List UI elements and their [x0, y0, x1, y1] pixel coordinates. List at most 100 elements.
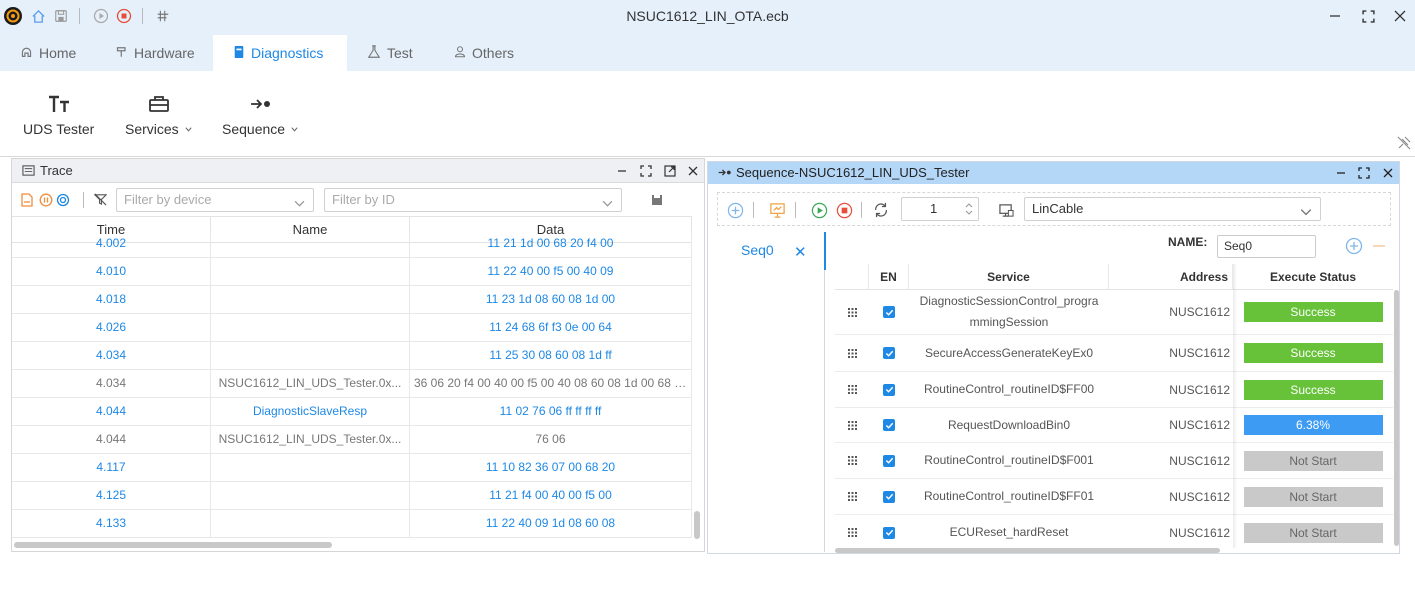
remove-row-icon[interactable] — [1372, 238, 1386, 259]
table-row[interactable]: 4.117 11 10 82 36 07 00 68 20 — [12, 454, 692, 482]
drag-handle-icon[interactable] — [835, 335, 869, 371]
sequence-row[interactable]: RoutineControl_routineID$FF00 NUSC1612 Suc… — [835, 372, 1393, 408]
pause-icon[interactable] — [39, 193, 53, 207]
stop-icon[interactable] — [835, 201, 853, 219]
table-row[interactable]: 4.002 11 21 1d 00 68 20 f4 00 — [12, 230, 692, 258]
cell-data: 11 02 76 06 ff ff ff ff — [410, 398, 692, 425]
menu-bar: Home Hardware Diagnostics Test Others — [0, 33, 1415, 71]
enable-checkbox[interactable] — [869, 443, 909, 478]
sequence-row[interactable]: DiagnosticSessionControl_programmingSess… — [835, 290, 1393, 335]
add-row-icon[interactable] — [1345, 237, 1363, 260]
enable-checkbox[interactable] — [869, 515, 909, 548]
table-row[interactable]: 4.018 11 23 1d 08 60 08 1d 00 — [12, 286, 692, 314]
table-row[interactable]: 4.010 11 22 40 00 f5 00 40 09 — [12, 258, 692, 286]
cell-service: RoutineControl_routineID$F001 — [924, 453, 1094, 467]
tab-seq0[interactable]: Seq0 ✕ — [708, 232, 824, 270]
drag-handle-icon[interactable] — [835, 515, 869, 548]
enable-checkbox[interactable] — [869, 290, 909, 334]
check-icon — [883, 526, 895, 539]
maximize-icon[interactable] — [638, 163, 654, 179]
drag-handle-icon[interactable] — [835, 443, 869, 478]
sequence-panel-header: Sequence-NSUC1612_LIN_UDS_Tester — [708, 162, 1399, 184]
uds-tester-button[interactable]: UDS Tester — [23, 95, 94, 137]
loop-count-input[interactable]: 1 — [901, 197, 979, 221]
cell-address: NUSC1612 — [1169, 305, 1230, 319]
table-row[interactable]: 4.026 11 24 68 6f f3 0e 00 64 — [12, 314, 692, 342]
sequence-button[interactable]: Sequence — [222, 95, 299, 137]
close-tab-icon[interactable]: ✕ — [794, 243, 807, 261]
close-icon[interactable] — [685, 163, 701, 179]
enable-checkbox[interactable] — [869, 408, 909, 442]
save-icon[interactable] — [651, 193, 665, 207]
column-header-en[interactable]: EN — [869, 264, 909, 290]
toolbar-divider — [83, 192, 84, 208]
table-row[interactable]: 4.044 DiagnosticSlaveResp 11 02 76 06 ff f… — [12, 398, 692, 426]
sequence-row[interactable]: ECUReset_hardReset NUSC1612 Not Start — [835, 515, 1393, 548]
drag-handle-icon[interactable] — [835, 479, 869, 514]
chevron-down-icon — [184, 121, 193, 137]
popout-icon[interactable] — [662, 163, 678, 179]
filter-by-id-select[interactable]: Filter by ID — [324, 188, 622, 212]
stepper-icon[interactable] — [964, 200, 974, 225]
close-button[interactable] — [1390, 6, 1410, 26]
sequence-row[interactable]: SecureAccessGenerateKeyEx0 NUSC1612 Succes… — [835, 335, 1393, 372]
maximize-icon[interactable] — [1356, 165, 1372, 181]
toolbar-divider — [795, 202, 796, 218]
drag-handle-icon[interactable] — [835, 408, 869, 442]
toolbar-divider — [861, 202, 862, 218]
sequence-row[interactable]: RoutineControl_routineID$F001 NUSC1612 Not… — [835, 443, 1393, 479]
tab-others[interactable]: Others — [434, 35, 534, 71]
minimize-icon[interactable] — [614, 163, 630, 179]
tab-diagnostics[interactable]: Diagnostics — [213, 35, 347, 71]
enable-checkbox[interactable] — [869, 335, 909, 371]
status-badge: Success — [1243, 302, 1383, 322]
vertical-scrollbar[interactable] — [1394, 290, 1399, 546]
sequence-name-input[interactable]: Seq0 — [1217, 235, 1316, 258]
export-icon[interactable] — [21, 193, 35, 207]
drag-handle-icon[interactable] — [835, 372, 869, 407]
close-icon[interactable] — [1380, 165, 1396, 181]
check-icon — [883, 383, 895, 396]
column-header-execute-status[interactable]: Execute Status — [1233, 264, 1393, 290]
clear-filter-icon[interactable] — [93, 193, 108, 207]
sequence-row[interactable]: RoutineControl_routineID$FF01 NUSC1612 Not… — [835, 479, 1393, 515]
tab-home[interactable]: Home — [0, 35, 96, 71]
presentation-icon[interactable] — [768, 201, 786, 219]
table-row[interactable]: 4.044 NSUC1612_LIN_UDS_Tester.0x... 76 06 — [12, 426, 692, 454]
tab-hardware[interactable]: Hardware — [96, 35, 215, 71]
add-circle-icon[interactable] — [726, 201, 744, 219]
filter-by-device-select[interactable]: Filter by device — [116, 188, 314, 212]
vertical-scrollbar[interactable] — [694, 511, 700, 539]
column-header-service[interactable]: Service — [909, 264, 1109, 290]
filter-by-device-placeholder: Filter by device — [124, 192, 212, 207]
horizontal-scrollbar[interactable] — [14, 542, 332, 548]
cable-select[interactable]: LinCable — [1024, 197, 1321, 221]
cell-data: 11 10 82 36 07 00 68 20 — [410, 454, 692, 481]
enable-checkbox[interactable] — [869, 372, 909, 407]
unpin-ribbon-icon[interactable] — [1397, 136, 1411, 150]
run-icon[interactable] — [810, 201, 828, 219]
minimize-button[interactable] — [1325, 6, 1345, 26]
chevron-down-icon — [1300, 203, 1312, 225]
column-header-address[interactable]: Address — [1109, 264, 1233, 290]
refresh-icon[interactable] — [56, 193, 70, 207]
table-row[interactable]: 4.125 11 21 f4 00 40 00 f5 00 — [12, 482, 692, 510]
table-row[interactable]: 4.133 11 22 40 09 1d 08 60 08 — [12, 510, 692, 538]
cell-data: 11 24 68 6f f3 0e 00 64 — [410, 314, 692, 341]
window-title: NSUC1612_LIN_OTA.ecb — [626, 8, 789, 24]
enable-checkbox[interactable] — [869, 479, 909, 514]
cell-execute-status: Not Start — [1233, 479, 1393, 514]
sequence-row[interactable]: RequestDownloadBin0 NUSC1612 6.38% — [835, 408, 1393, 443]
cell-address: NUSC1612 — [1169, 489, 1230, 504]
services-button[interactable]: Services — [125, 95, 193, 137]
tab-test[interactable]: Test — [347, 35, 433, 71]
drag-handle-icon[interactable] — [835, 290, 869, 334]
trace-table: Time Name Data 4.002 11 21 1d 00 68 20 f4… — [12, 216, 692, 540]
minimize-icon[interactable] — [1333, 165, 1349, 181]
name-label: NAME: — [1168, 235, 1208, 249]
maximize-button[interactable] — [1358, 6, 1378, 26]
loop-icon[interactable] — [872, 201, 890, 219]
table-row[interactable]: 4.034 NSUC1612_LIN_UDS_Tester.0x... 36 06 … — [12, 370, 692, 398]
table-row[interactable]: 4.034 11 25 30 08 60 08 1d ff — [12, 342, 692, 370]
horizontal-scrollbar[interactable] — [835, 548, 1220, 553]
